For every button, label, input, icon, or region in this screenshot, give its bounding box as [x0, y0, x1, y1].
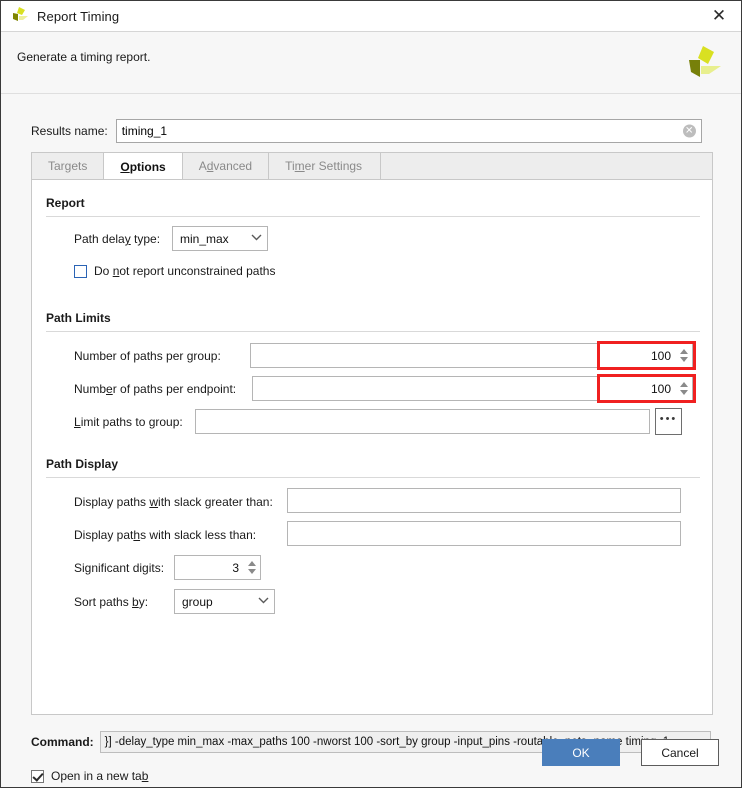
slack-less-label: Display paths with slack less than: [74, 528, 257, 542]
tab-options-label: Options [120, 160, 166, 174]
tab-timer-settings[interactable]: Timer Settings [269, 153, 378, 179]
paths-per-endpoint-label: Number of paths per endpoint: [74, 382, 237, 396]
report-group-title: Report [46, 196, 85, 210]
cancel-button[interactable]: Cancel [641, 739, 719, 766]
tab-strip-divider [378, 153, 382, 179]
tab-advanced[interactable]: Advanced [183, 153, 270, 179]
results-name-row: Results name: timing_1 ✕ [31, 119, 702, 143]
significant-digits-value: 3 [232, 560, 239, 575]
xilinx-logo-icon [679, 40, 723, 84]
header-subtitle: Generate a timing report. [17, 50, 151, 64]
limit-paths-to-group-input[interactable] [195, 409, 650, 434]
arrow-up-icon[interactable] [679, 349, 688, 354]
dialog-header: Generate a timing report. [1, 32, 741, 94]
limit-paths-to-group-label: Limit paths to group: [74, 415, 183, 429]
checkbox-box [31, 769, 44, 783]
significant-digits-stepper[interactable] [245, 556, 260, 579]
close-icon[interactable]: ✕ [697, 1, 741, 32]
paths-per-group-spinner[interactable]: 100 [250, 343, 693, 368]
results-name-label: Results name: [31, 124, 108, 138]
paths-per-group-label: Number of paths per group: [74, 349, 221, 363]
tab-options[interactable]: Options [104, 153, 183, 181]
results-name-input[interactable]: timing_1 ✕ [115, 119, 702, 143]
tab-advanced-label: Advanced [198, 159, 253, 173]
paths-per-group-value: 100 [650, 348, 671, 363]
path-limits-group-title: Path Limits [46, 311, 111, 325]
dialog-body: Results name: timing_1 ✕ Targets Options… [1, 94, 741, 787]
path-delay-type-value: min_max [180, 231, 229, 246]
paths-per-group-stepper[interactable] [677, 344, 692, 367]
limit-paths-browse-button[interactable]: ••• [655, 408, 682, 435]
path-display-group-divider [46, 477, 700, 478]
sort-paths-by-value: group [182, 594, 213, 609]
arrow-up-icon[interactable] [679, 382, 688, 387]
open-in-new-tab-checkbox[interactable]: Open in a new tab [31, 769, 148, 783]
significant-digits-spinner[interactable]: 3 [174, 555, 261, 580]
arrow-down-icon[interactable] [247, 569, 256, 574]
chevron-down-icon [245, 233, 267, 244]
sort-paths-by-combo[interactable]: group [174, 589, 275, 614]
paths-per-endpoint-spinner[interactable]: 100 [252, 376, 693, 401]
results-name-value: timing_1 [121, 124, 168, 138]
clear-icon[interactable]: ✕ [682, 124, 696, 138]
command-label: Command: [31, 735, 94, 749]
checkbox-box [74, 264, 87, 278]
arrow-down-icon[interactable] [679, 390, 688, 395]
significant-digits-label: Significant digits: [74, 561, 165, 575]
tab-targets-label: Targets [48, 159, 88, 173]
path-limits-group-divider [46, 331, 700, 332]
tab-targets[interactable]: Targets [32, 153, 105, 179]
do-not-report-unconstrained-label: Do not report unconstrained paths [94, 264, 276, 278]
report-timing-dialog: Report Timing ✕ Generate a timing report… [0, 0, 742, 788]
window-title: Report Timing [37, 8, 120, 24]
tab-strip: Targets Options Advanced Timer Settings [31, 152, 713, 181]
paths-per-endpoint-value: 100 [650, 381, 671, 396]
path-delay-type-label: Path delay type: [74, 232, 161, 246]
arrow-up-icon[interactable] [247, 561, 256, 566]
sort-paths-by-label: Sort paths by: [74, 595, 149, 609]
title-bar: Report Timing ✕ [1, 1, 741, 32]
arrow-down-icon[interactable] [679, 357, 688, 362]
path-display-group-title: Path Display [46, 457, 119, 471]
vivado-logo-icon [9, 6, 31, 26]
paths-per-endpoint-stepper[interactable] [677, 377, 692, 400]
options-tab-panel: Report Path delay type: min_max Do not r… [31, 179, 713, 715]
slack-less-input[interactable] [287, 521, 681, 546]
report-group-divider [46, 216, 700, 217]
ok-button[interactable]: OK [542, 739, 620, 766]
chevron-down-icon [252, 596, 274, 607]
do-not-report-unconstrained-checkbox[interactable]: Do not report unconstrained paths [74, 264, 275, 278]
path-delay-type-combo[interactable]: min_max [172, 226, 268, 251]
slack-greater-input[interactable] [287, 488, 681, 513]
slack-greater-label: Display paths with slack greater than: [74, 495, 273, 509]
tab-timer-settings-label: Timer Settings [285, 159, 363, 173]
open-in-new-tab-label: Open in a new tab [51, 769, 149, 783]
